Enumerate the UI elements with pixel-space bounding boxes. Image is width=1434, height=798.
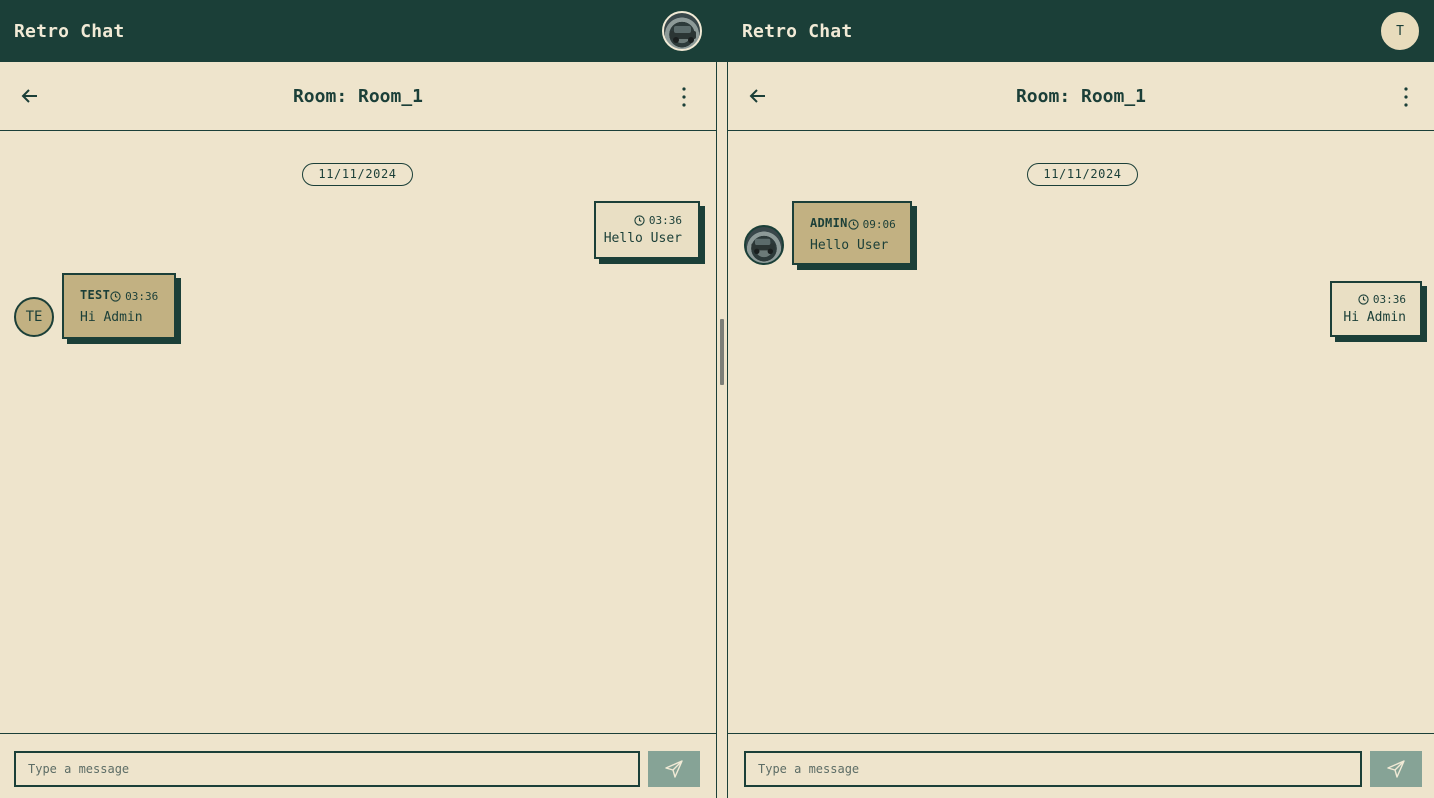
sender-name: TEST: [80, 288, 111, 302]
message-bubble-incoming: ADMIN 09:06 Hello User: [792, 201, 912, 265]
message-text: Hello User: [603, 231, 682, 246]
room-bar: Room: Room_1: [0, 62, 716, 131]
message-text: Hi Admin: [1343, 310, 1406, 325]
back-arrow-icon[interactable]: [748, 86, 768, 106]
room-title: Room: Room_1: [1015, 85, 1147, 107]
date-separator: 11/11/2024: [1027, 163, 1138, 186]
app-header: Retro Chat T: [728, 0, 1434, 62]
message-header: ADMIN 09:06: [810, 215, 896, 231]
profile-avatar-initial[interactable]: T: [1380, 11, 1420, 51]
more-vertical-icon[interactable]: [680, 86, 688, 108]
pane-divider-gap: [717, 62, 727, 798]
profile-avatar-photo[interactable]: [662, 11, 702, 51]
clock-icon: [110, 291, 121, 302]
message-time-text: 03:36: [1372, 293, 1406, 306]
more-vertical-icon[interactable]: [1402, 86, 1410, 108]
app-title: Retro Chat: [14, 20, 125, 42]
split-screen: Retro Chat Room: Room_1 11/11/2024 03:36…: [0, 0, 1434, 798]
chat-pane-test: Retro Chat T Room: Room_1 11/11/2024 ADM…: [728, 0, 1434, 798]
room-bar: Room: Room_1: [728, 62, 1434, 131]
message-bubble-incoming: TEST 03:36 Hi Admin: [62, 273, 176, 339]
message-header: TEST 03:36: [80, 287, 158, 303]
message-time: 09:06: [847, 218, 896, 231]
car-photo-icon: [670, 26, 696, 43]
app-title: Retro Chat: [742, 20, 853, 42]
back-arrow-icon[interactable]: [20, 86, 40, 106]
clock-icon: [1358, 294, 1369, 305]
message-input[interactable]: [14, 751, 640, 787]
message-input[interactable]: [744, 751, 1362, 787]
message-composer: [728, 733, 1434, 798]
message-time: 03:36: [1358, 293, 1406, 306]
send-button[interactable]: [1370, 751, 1422, 787]
message-time: 03:36: [634, 214, 682, 227]
date-separator: 11/11/2024: [302, 163, 413, 186]
message-time: 03:36: [110, 290, 158, 303]
message-text: Hello User: [810, 238, 889, 253]
sender-avatar: TE: [14, 297, 54, 337]
clock-icon: [847, 219, 859, 230]
message-composer: [0, 733, 716, 798]
sender-name: ADMIN: [810, 216, 848, 230]
resize-handle[interactable]: [720, 319, 724, 385]
message-time-text: 03:36: [125, 290, 159, 303]
chat-pane-admin: Retro Chat Room: Room_1 11/11/2024 03:36…: [0, 0, 716, 798]
message-text: Hi Admin: [80, 310, 143, 325]
sender-avatar-photo: [744, 225, 784, 265]
message-bubble-outgoing: 03:36 Hello User: [594, 201, 700, 259]
message-time-text: 09:06: [862, 218, 896, 231]
car-photo-icon: [751, 238, 775, 254]
message-bubble-outgoing: 03:36 Hi Admin: [1330, 281, 1422, 337]
clock-icon: [634, 215, 645, 226]
send-icon: [1387, 760, 1405, 778]
message-time-text: 03:36: [648, 214, 682, 227]
send-button[interactable]: [648, 751, 700, 787]
room-title: Room: Room_1: [292, 85, 424, 107]
send-icon: [665, 760, 683, 778]
app-header: Retro Chat: [0, 0, 716, 62]
pane-divider-line: [716, 62, 717, 798]
